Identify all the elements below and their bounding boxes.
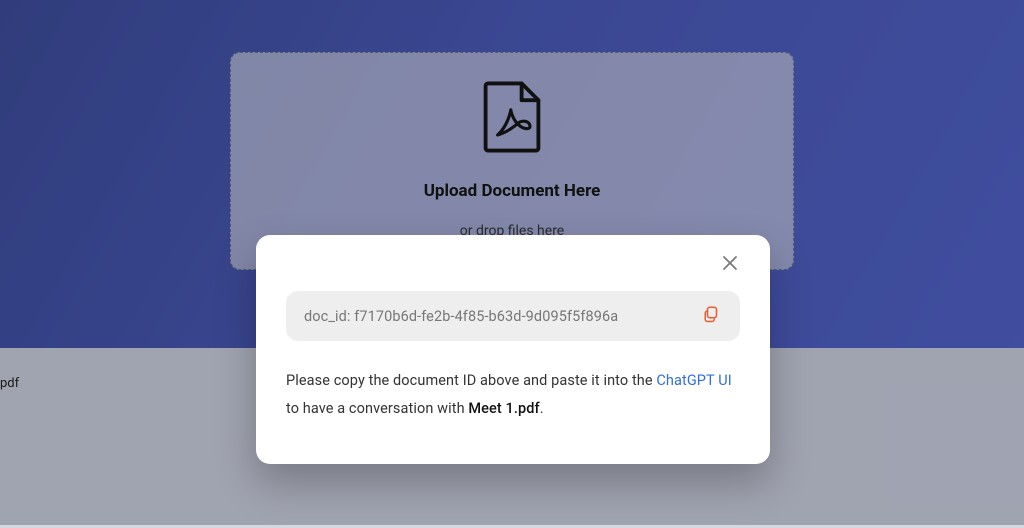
instruction-post: . [540,400,544,417]
chatgpt-ui-link[interactable]: ChatGPT UI [656,372,731,389]
close-icon [722,255,738,275]
instruction-mid: to have a conversation with [286,400,468,417]
copy-button[interactable] [702,306,722,326]
pdf-icon [480,81,544,157]
doc-id-modal: doc_id: f7170b6d-fe2b-4f85-b63d-9d095f5f… [256,235,770,464]
instruction-text: Please copy the document ID above and pa… [286,367,740,422]
upload-title: Upload Document Here [424,181,601,201]
doc-id-field: doc_id: f7170b6d-fe2b-4f85-b63d-9d095f5f… [286,291,740,341]
doc-id-value: doc_id: f7170b6d-fe2b-4f85-b63d-9d095f5f… [304,308,618,325]
background-filename-fragment: pdf [0,376,19,391]
instruction-pre: Please copy the document ID above and pa… [286,372,656,389]
copy-icon [703,305,721,327]
close-button[interactable] [720,255,740,275]
instruction-filename: Meet 1.pdf [468,400,539,417]
